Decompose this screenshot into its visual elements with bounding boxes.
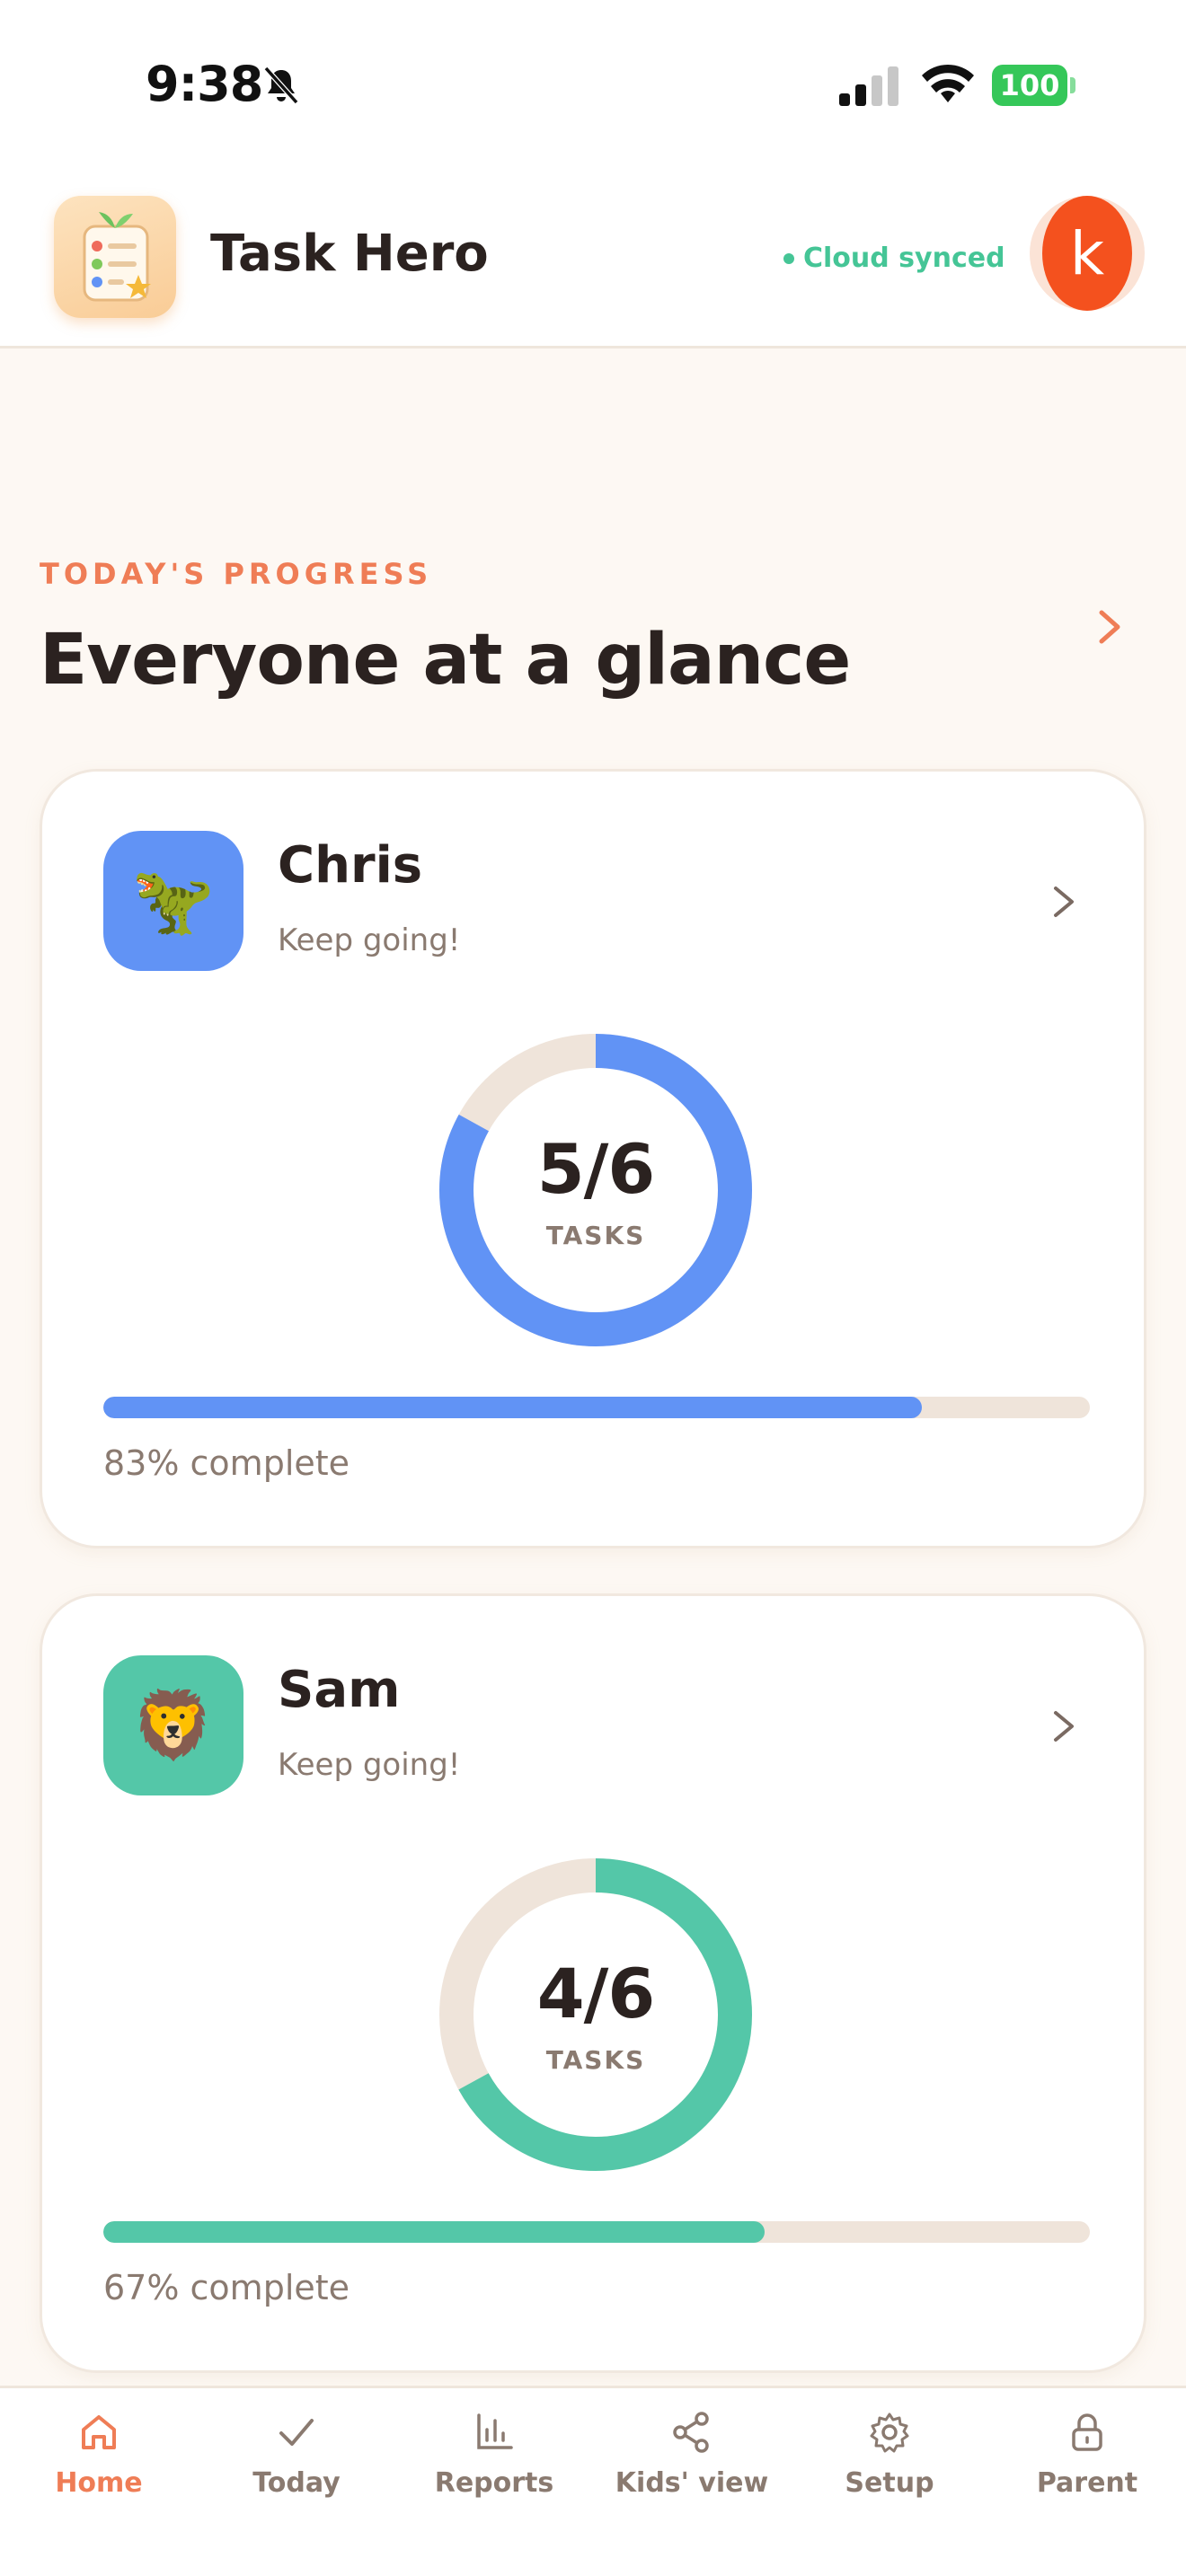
nav-parent[interactable]: Parent [988, 2388, 1186, 2514]
progress-bar-track [103, 2221, 1090, 2243]
bottom-nav: Home Today Reports Kids' view Setup Pare… [0, 2386, 1186, 2576]
kid-status: Keep going! [278, 922, 461, 958]
chevron-right-icon[interactable] [1094, 607, 1125, 647]
nav-label: Kids' view [615, 2467, 769, 2499]
app-logo-icon [83, 212, 151, 302]
nav-reports[interactable]: Reports [395, 2388, 593, 2514]
share-icon [673, 2412, 709, 2453]
nav-label: Reports [434, 2467, 554, 2499]
progress-bar-track [103, 1397, 1090, 1418]
checkmark-icon [279, 2419, 314, 2446]
sync-dot-icon [783, 252, 794, 264]
avatar-initial: k [1042, 196, 1132, 311]
nav-label: Today [252, 2467, 341, 2499]
progress-text: 83% complete [103, 1443, 350, 1483]
status-bar: 9:38 100 [0, 0, 1186, 171]
section-eyebrow: TODAY'S PROGRESS [40, 557, 433, 591]
progress-bar-fill [103, 1397, 923, 1418]
sync-status-label: Cloud synced [803, 243, 1005, 274]
checklist-sprout-icon [54, 196, 176, 318]
battery-level: 100 [992, 65, 1067, 106]
nav-home[interactable]: Home [0, 2388, 198, 2514]
kid-status: Keep going! [278, 1747, 461, 1783]
nav-label: Home [55, 2467, 143, 2499]
bar-chart-icon [477, 2413, 513, 2449]
section-title: Everyone at a glance [40, 620, 851, 701]
app-header: Task Hero Cloud synced k [0, 171, 1186, 348]
kid-card-sam[interactable]: 🦁 Sam Keep going! 4/6 TASKS 67% complete [40, 1593, 1146, 2373]
home-indicator [395, 2535, 791, 2545]
battery-icon: 100 [992, 65, 1075, 106]
tasks-label: TASKS [545, 2045, 646, 2075]
lion-icon: 🦁 [103, 1655, 243, 1795]
gear-icon [870, 2413, 909, 2453]
nav-label: Parent [1036, 2467, 1138, 2499]
kid-name: Sam [278, 1661, 401, 1719]
chevron-right-icon[interactable] [1050, 883, 1077, 921]
nav-setup[interactable]: Setup [791, 2388, 988, 2514]
sync-status: Cloud synced [783, 243, 1005, 274]
status-time: 9:38 [146, 56, 263, 112]
cellular-signal-icon [839, 66, 898, 106]
tasks-count: 5/6 [536, 1129, 656, 1209]
tasks-count: 4/6 [536, 1954, 656, 2033]
wifi-icon [922, 64, 974, 102]
home-icon [82, 2415, 116, 2449]
kid-card-chris[interactable]: 🦖 Chris Keep going! 5/6 TASKS 83% comple… [40, 769, 1146, 1548]
kid-name: Chris [278, 836, 423, 895]
nav-kids-view[interactable]: Kids' view [593, 2388, 791, 2514]
app-title: Task Hero [210, 225, 489, 283]
nav-label: Setup [845, 2467, 934, 2499]
progress-bar-fill [103, 2221, 765, 2243]
battery-cap [1070, 77, 1075, 93]
tasks-label: TASKS [545, 1221, 646, 1250]
lock-icon [1072, 2413, 1102, 2451]
nav-today[interactable]: Today [198, 2388, 395, 2514]
user-avatar[interactable]: k [1030, 196, 1145, 311]
dinosaur-icon: 🦖 [103, 831, 243, 971]
chevron-right-icon[interactable] [1050, 1707, 1077, 1745]
progress-text: 67% complete [103, 2268, 350, 2307]
bell-slash-icon [263, 66, 299, 105]
